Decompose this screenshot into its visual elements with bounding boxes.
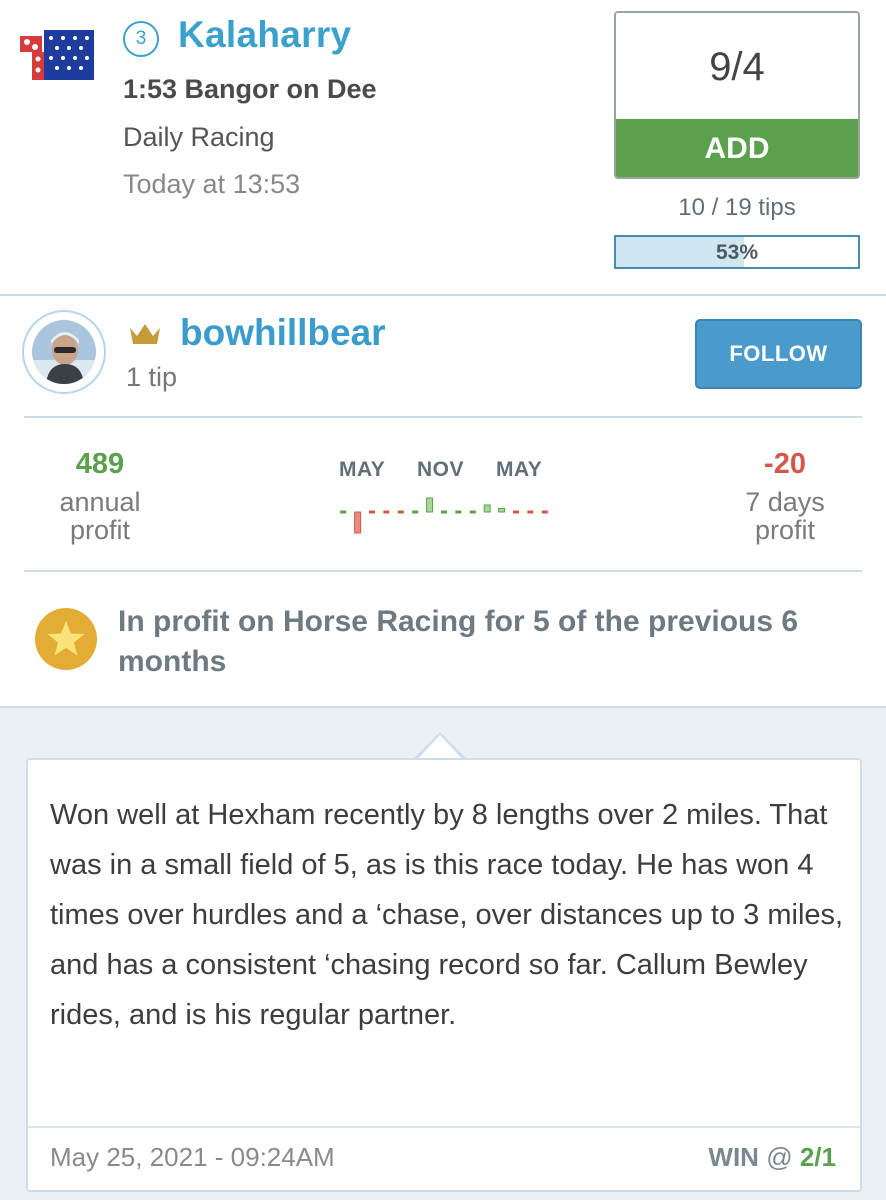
divider [24,570,862,572]
sparkline-baseline-mark [412,510,419,514]
annual-profit-value: 489 [75,448,125,480]
sparkline-baseline-mark [340,510,347,514]
sparkline-baseline-mark [397,510,404,514]
tipster-tip-count: 1 tip [126,362,178,392]
sparkline-bar [483,504,491,513]
tip-comment-card: Won well at Hexham recently by 8 lengths… [26,758,862,1192]
sparkline-baseline-mark [383,510,390,514]
horse-name-link[interactable]: Kalaharry [178,14,351,56]
comment-pointer-fill [417,735,463,760]
comment-area: Won well at Hexham recently by 8 lengths… [0,708,886,1200]
sparkline-baseline-mark [527,510,534,514]
jockey-silks-icon [20,30,94,80]
sparkline-baseline-mark [513,510,519,514]
sparkline-baseline-mark [469,510,476,514]
add-button[interactable]: ADD [616,119,858,177]
tipster-panel: bowhillbear 1 tip FOLLOW 489 annual prof… [0,298,886,708]
posted-timestamp: May 25, 2021 - 09:24AM [50,1142,335,1172]
achievement-text: In profit on Horse Racing for 5 of the p… [118,605,799,678]
tips-progress-bar: 53% [614,235,860,269]
avatar-photo [32,320,96,384]
monthly-profit-sparkline [340,497,548,534]
sparkline-bar [354,511,362,534]
tipster-name-link[interactable]: bowhillbear [180,312,386,354]
race-card: 3 Kalaharry 1:53 Bangor on Dee Daily Rac… [0,0,886,296]
sparkline-baseline-mark [441,510,447,514]
sparkline-baseline-mark [369,510,375,514]
bet-odds: 2/1 [799,1142,836,1172]
bet-at-symbol: @ [766,1142,793,1172]
race-title[interactable]: 1:53 Bangor on Dee [123,74,377,105]
star-badge-icon [35,608,97,670]
crown-icon [130,324,160,344]
sparkline-bar [426,497,434,513]
tips-percent: 53% [715,241,759,264]
odds-add-widget[interactable]: 9/4 ADD [614,11,860,179]
tip-comment-text: Won well at Hexham recently by 8 lengths… [50,799,844,1031]
race-time: Today at 13:53 [123,169,301,199]
race-type: Daily Racing [123,122,275,152]
sparkline-baseline-mark [455,510,462,514]
tipster-avatar[interactable] [22,310,106,394]
spark-month-label: NOV [417,458,465,481]
bet-info: WIN @ 2/1 [708,1142,836,1173]
follow-button[interactable]: FOLLOW [695,319,862,389]
comment-footer: May 25, 2021 - 09:24AM WIN @ 2/1 [28,1126,860,1190]
tips-count: 10 / 19 tips [678,194,796,221]
odds-value: 9/4 [616,13,858,119]
bet-type: WIN [708,1142,759,1172]
spark-month-label: MAY [339,458,386,481]
week-profit-label: 7 days profit [745,487,825,545]
spark-month-label: MAY [496,458,543,481]
sparkline-baseline-mark [541,510,548,514]
runner-number-badge: 3 [123,21,159,57]
sparkline-bar [498,508,506,513]
annual-profit-label: annual profit [59,487,141,545]
divider [24,416,862,418]
week-profit-value: -20 [764,448,806,480]
